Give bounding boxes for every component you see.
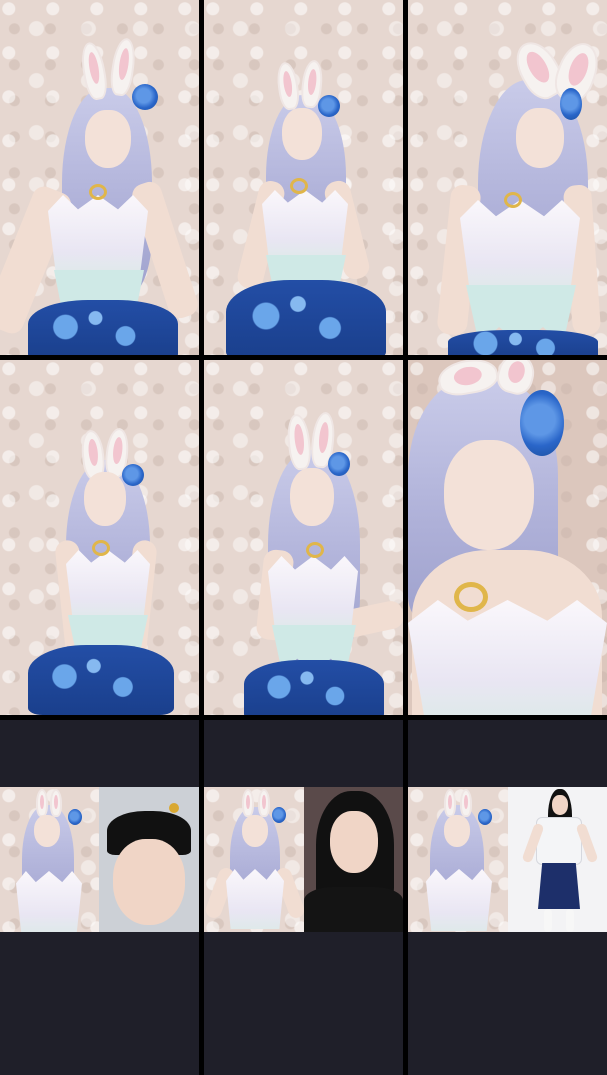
video-cell-3[interactable] [408, 0, 607, 355]
duet-right-video [304, 787, 403, 932]
duet-right-video [508, 787, 607, 932]
cosplayer-figure [0, 0, 199, 355]
crown-icon [169, 803, 179, 813]
cosplayer-figure-closeup [408, 360, 607, 715]
cosplayer-figure [204, 360, 403, 715]
rose-icon [272, 807, 286, 823]
rose-icon [520, 390, 564, 456]
duet-cell-3[interactable] [408, 720, 607, 1075]
video-cell-4[interactable] [0, 360, 199, 715]
duet-left-video [0, 787, 99, 932]
heart-icon [89, 184, 107, 200]
video-cell-6[interactable] [408, 360, 607, 715]
rose-icon [122, 464, 144, 486]
duet-cell-1[interactable] [0, 720, 199, 1075]
duet-left-video [408, 787, 508, 932]
video-cell-1[interactable] [0, 0, 199, 355]
duet-right-video [99, 787, 199, 932]
heart-icon [290, 178, 308, 194]
video-cell-2[interactable] [204, 0, 403, 355]
heart-icon [92, 540, 110, 556]
rose-icon [560, 88, 582, 120]
duet-left-video [204, 787, 304, 932]
rose-icon [478, 809, 492, 825]
heart-icon [306, 542, 324, 558]
rose-icon [328, 452, 350, 476]
cosplayer-figure [0, 360, 199, 715]
rose-icon [132, 84, 158, 110]
video-grid [0, 0, 607, 1075]
duet-cell-2[interactable] [204, 720, 403, 1075]
rose-icon [318, 95, 340, 117]
heart-icon [454, 582, 488, 612]
video-cell-5[interactable] [204, 360, 403, 715]
heart-icon [504, 192, 522, 208]
rose-icon [68, 809, 82, 825]
cosplayer-figure [204, 0, 403, 355]
cosplayer-figure [408, 0, 607, 355]
